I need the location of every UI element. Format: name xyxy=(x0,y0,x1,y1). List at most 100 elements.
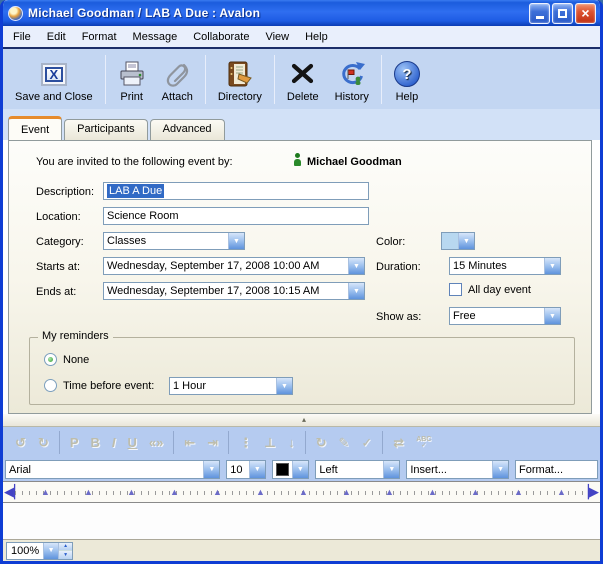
reminder-time-radio[interactable] xyxy=(44,379,57,392)
invited-by-name: Michael Goodman xyxy=(307,156,402,168)
list-icon[interactable]: ⋮ xyxy=(233,436,258,449)
ruler-tab-marker-icon[interactable]: ▲ xyxy=(557,488,566,497)
ruler-tab-marker-icon[interactable]: ▲ xyxy=(342,488,351,497)
refresh-icon[interactable]: ↻ xyxy=(310,436,333,449)
attach-button[interactable]: Attach xyxy=(154,52,201,107)
font-size-dropdown[interactable]: 10 ▼ xyxy=(226,460,266,479)
show-as-dropdown[interactable]: Free ▼ xyxy=(449,307,561,325)
quote-icon[interactable]: «» xyxy=(143,436,169,449)
menu-view[interactable]: View xyxy=(257,28,297,46)
font-color-dropdown[interactable]: ▼ xyxy=(272,460,310,479)
history-button[interactable]: History xyxy=(327,52,377,107)
ruler-tab-marker-icon[interactable]: ▲ xyxy=(84,488,93,497)
close-button[interactable]: × xyxy=(575,3,596,24)
ruler-tab-marker-icon[interactable]: ▲ xyxy=(127,488,136,497)
maximize-button[interactable] xyxy=(552,3,573,24)
all-day-checkbox[interactable] xyxy=(449,283,462,296)
chevron-down-icon[interactable]: ▼ xyxy=(458,233,474,249)
chevron-down-icon[interactable]: ▼ xyxy=(228,233,244,249)
chevron-down-icon[interactable]: ▼ xyxy=(544,308,560,324)
reminder-none-radio[interactable] xyxy=(44,353,57,366)
insert-dropdown[interactable]: Insert... ▼ xyxy=(406,460,509,479)
main-toolbar: X Save and Close Print Attach xyxy=(3,47,600,109)
tab-participants[interactable]: Participants xyxy=(64,119,147,140)
format-dropdown[interactable]: Format... xyxy=(515,460,598,479)
message-body-area[interactable] xyxy=(3,503,600,539)
indent-icon[interactable]: ⇥ xyxy=(201,436,224,449)
status-bar: 100% ▼ ▲ ▼ xyxy=(3,539,600,561)
move-down-icon[interactable]: ↓ xyxy=(282,436,301,449)
directory-button[interactable]: Directory xyxy=(210,52,270,107)
location-input[interactable]: Science Room xyxy=(103,207,369,225)
spinner-down-icon[interactable]: ▼ xyxy=(59,550,72,559)
tab-event[interactable]: Event xyxy=(8,116,62,140)
pen-icon[interactable]: ✎ xyxy=(332,436,355,449)
format-separator xyxy=(228,431,229,454)
starts-at-dropdown[interactable]: Wednesday, September 17, 2008 10:00 AM ▼ xyxy=(103,257,365,275)
ruler-tab-marker-icon[interactable]: ▲ xyxy=(256,488,265,497)
chevron-down-icon[interactable]: ▼ xyxy=(544,258,560,274)
chevron-down-icon[interactable]: ▼ xyxy=(249,461,265,478)
ruler-tab-marker-icon[interactable]: ▲ xyxy=(385,488,394,497)
menu-edit[interactable]: Edit xyxy=(39,28,74,46)
approve-icon[interactable]: ✓ xyxy=(355,436,378,449)
color-dropdown[interactable]: ▼ xyxy=(441,232,475,250)
ruler[interactable]: ◀▏ ▲▲▲▲▲▲▲▲▲▲▲▲▲ ▕▶ xyxy=(3,481,600,503)
category-dropdown[interactable]: Classes ▼ xyxy=(103,232,245,250)
spinner-up-icon[interactable]: ▲ xyxy=(59,543,72,551)
chevron-down-icon[interactable]: ▼ xyxy=(348,283,364,299)
description-input[interactable]: LAB A Due xyxy=(103,182,369,200)
font-family-dropdown[interactable]: Arial ▼ xyxy=(5,460,220,479)
minimize-button[interactable] xyxy=(529,3,550,24)
menu-collaborate[interactable]: Collaborate xyxy=(185,28,257,46)
ruler-tab-marker-icon[interactable]: ▲ xyxy=(170,488,179,497)
chevron-down-icon[interactable]: ▼ xyxy=(492,461,508,478)
delete-button[interactable]: Delete xyxy=(279,52,327,107)
spell-check-icon[interactable]: ABC ✓ xyxy=(410,437,437,449)
menu-file[interactable]: File xyxy=(5,28,39,46)
menu-help[interactable]: Help xyxy=(297,28,336,46)
ruler-tab-marker-icon[interactable]: ▲ xyxy=(299,488,308,497)
ruler-tab-marker-icon[interactable]: ▲ xyxy=(471,488,480,497)
italic-icon[interactable]: I xyxy=(106,436,122,449)
color-label: Color: xyxy=(376,236,405,248)
redo-icon[interactable]: ↻ xyxy=(32,436,55,449)
ruler-tab-marker-icon[interactable]: ▲ xyxy=(41,488,50,497)
ruler-right-margin-icon[interactable]: ▕▶ xyxy=(579,484,599,500)
menu-message[interactable]: Message xyxy=(125,28,186,46)
menu-format[interactable]: Format xyxy=(74,28,125,46)
my-reminders-title: My reminders xyxy=(38,330,113,342)
underline-icon[interactable]: U xyxy=(122,436,143,449)
ruler-tab-marker-icon[interactable]: ▲ xyxy=(428,488,437,497)
zoom-spinner[interactable]: ▲ ▼ xyxy=(58,543,72,559)
chevron-down-icon[interactable]: ▼ xyxy=(43,543,58,559)
splitter-grip-icon[interactable]: ▴ xyxy=(302,416,306,424)
print-button[interactable]: Print xyxy=(110,52,154,107)
undo-icon[interactable]: ↺ xyxy=(9,436,32,449)
duration-dropdown[interactable]: 15 Minutes ▼ xyxy=(449,257,561,275)
chevron-down-icon[interactable]: ▼ xyxy=(276,378,292,394)
chevron-down-icon[interactable]: ▼ xyxy=(203,461,219,478)
plain-text-icon[interactable]: P xyxy=(64,436,85,449)
ruler-tab-marker-icon[interactable]: ▲ xyxy=(514,488,523,497)
chevron-down-icon[interactable]: ▼ xyxy=(383,461,399,478)
bold-icon[interactable]: B xyxy=(84,436,105,449)
pane-splitter[interactable]: ▴ xyxy=(3,414,600,427)
alignment-dropdown[interactable]: Left ▼ xyxy=(315,460,400,479)
ruler-tab-marker-icon[interactable]: ▲ xyxy=(213,488,222,497)
help-button[interactable]: ? Help xyxy=(386,52,428,107)
duration-label: Duration: xyxy=(376,261,421,273)
zoom-control[interactable]: 100% ▼ ▲ ▼ xyxy=(6,542,73,560)
tab-stop-icon[interactable]: ⊥ xyxy=(258,436,282,449)
reminder-time-dropdown[interactable]: 1 Hour ▼ xyxy=(169,377,293,395)
chevron-down-icon[interactable]: ▼ xyxy=(292,461,308,478)
ends-at-dropdown[interactable]: Wednesday, September 17, 2008 10:15 AM ▼ xyxy=(103,282,365,300)
save-and-close-button[interactable]: X Save and Close xyxy=(7,52,101,107)
description-selected-text: LAB A Due xyxy=(107,184,164,198)
chevron-down-icon[interactable]: ▼ xyxy=(348,258,364,274)
tab-advanced[interactable]: Advanced xyxy=(150,119,225,140)
directory-book-icon xyxy=(225,59,254,89)
title-bar[interactable]: Michael Goodman / LAB A Due : Avalon × xyxy=(3,0,600,26)
translate-icon[interactable]: ⇄ xyxy=(387,436,410,449)
outdent-icon[interactable]: ⇤ xyxy=(178,436,201,449)
